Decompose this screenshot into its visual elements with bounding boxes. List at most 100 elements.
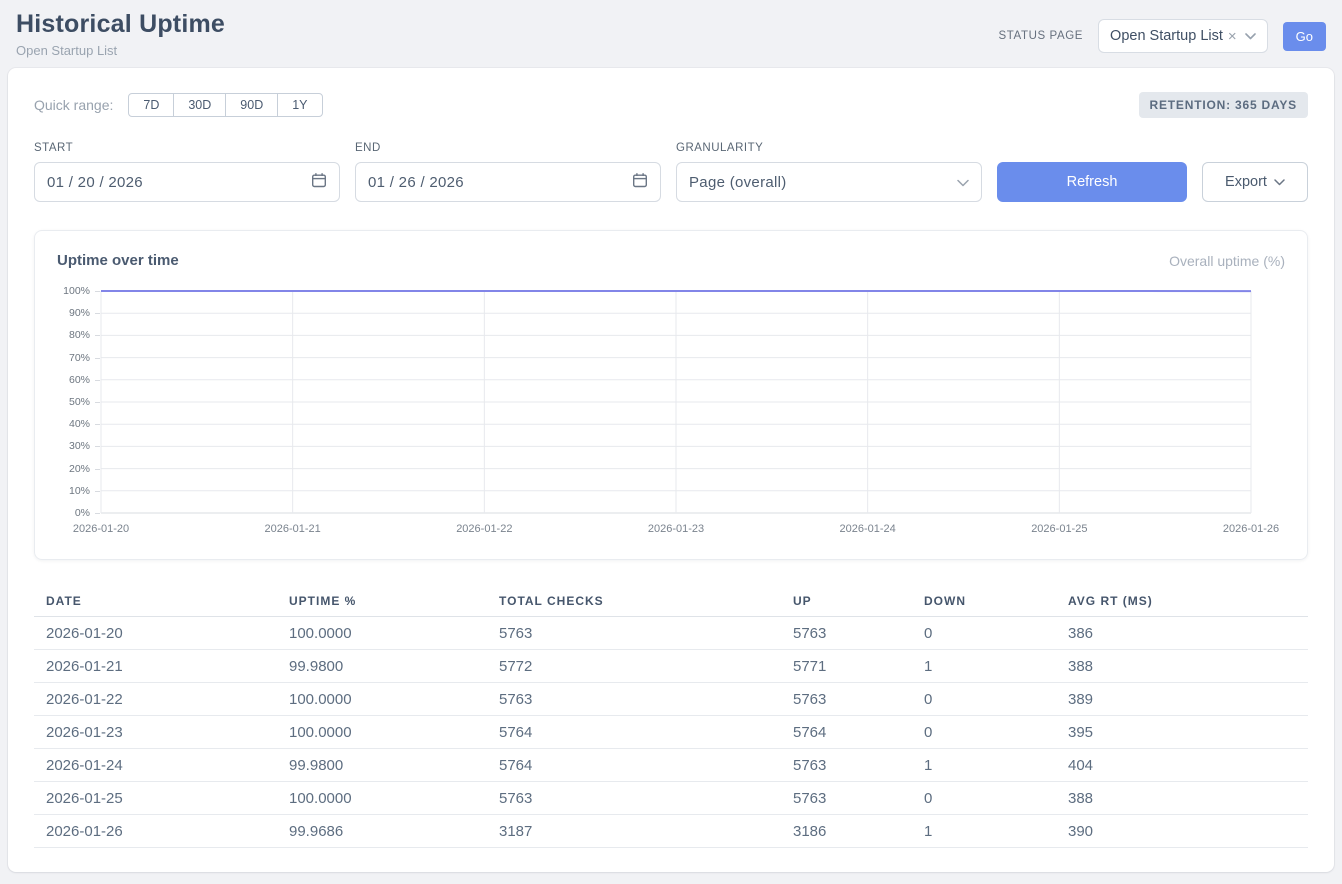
table-cell: 395 <box>1056 724 1308 741</box>
y-tick-label: 40% <box>69 418 90 430</box>
table-cell: 5763 <box>487 790 781 807</box>
table-row: 2026-01-2199.9800577257711388 <box>34 650 1308 683</box>
export-button-label: Export <box>1225 174 1267 190</box>
x-tick-label: 2026-01-26 <box>1223 523 1279 535</box>
y-axis: 0%10%20%30%40%50%60%70%80%90%100% <box>57 291 101 513</box>
start-date-field: START 01 / 20 / 2026 <box>34 142 340 202</box>
table-cell: 5771 <box>781 658 912 675</box>
y-tick-label: 60% <box>69 374 90 386</box>
table-header-row: DATEUPTIME %TOTAL CHECKSUPDOWNAVG RT (MS… <box>34 586 1308 617</box>
table-cell: 99.9686 <box>277 823 487 840</box>
quick-range-button-7d[interactable]: 7D <box>128 93 174 117</box>
table-cell: 5764 <box>781 724 912 741</box>
page-title: Historical Uptime <box>16 10 225 39</box>
column-header: AVG RT (MS) <box>1056 594 1308 608</box>
table-cell: 2026-01-26 <box>34 823 277 840</box>
x-tick-label: 2026-01-22 <box>456 523 512 535</box>
quick-range-button-1y[interactable]: 1Y <box>277 93 322 117</box>
column-header: UP <box>781 594 912 608</box>
status-page-select[interactable]: Open Startup List × <box>1098 19 1268 53</box>
end-date-label: END <box>355 142 661 154</box>
status-page-selected-value: Open Startup List <box>1110 28 1223 44</box>
table-cell: 5763 <box>781 691 912 708</box>
x-axis: 2026-01-202026-01-212026-01-222026-01-23… <box>101 523 1251 543</box>
quick-range-row: Quick range: 7D30D90D1Y RETENTION: 365 D… <box>34 92 1308 118</box>
granularity-select[interactable]: Page (overall) <box>676 162 982 202</box>
table-cell: 2026-01-20 <box>34 625 277 642</box>
end-date-value: 01 / 26 / 2026 <box>368 174 464 191</box>
column-header: UPTIME % <box>277 594 487 608</box>
x-tick-label: 2026-01-25 <box>1031 523 1087 535</box>
granularity-label: GRANULARITY <box>676 142 982 154</box>
retention-badge: RETENTION: 365 DAYS <box>1139 92 1308 118</box>
table-cell: 388 <box>1056 790 1308 807</box>
chart-title: Uptime over time <box>57 252 179 269</box>
start-date-input[interactable]: 01 / 20 / 2026 <box>34 162 340 202</box>
status-page-controls: STATUS PAGE Open Startup List × Go <box>998 19 1326 53</box>
x-tick-label: 2026-01-20 <box>73 523 129 535</box>
x-tick-label: 2026-01-21 <box>265 523 321 535</box>
quick-range-button-90d[interactable]: 90D <box>225 93 278 117</box>
status-page-label: STATUS PAGE <box>998 30 1083 42</box>
table-cell: 5764 <box>487 757 781 774</box>
quick-range-button-30d[interactable]: 30D <box>173 93 226 117</box>
table-cell: 0 <box>912 625 1056 642</box>
quick-range-label: Quick range: <box>34 97 113 113</box>
chart-plot-area <box>101 291 1251 513</box>
column-header: DATE <box>34 594 277 608</box>
go-button[interactable]: Go <box>1283 22 1326 51</box>
x-tick-label: 2026-01-24 <box>840 523 896 535</box>
table-cell: 5763 <box>781 790 912 807</box>
table-row: 2026-01-2699.9686318731861390 <box>34 815 1308 848</box>
y-tick-mark <box>95 469 100 470</box>
chart-legend: Overall uptime (%) <box>1169 253 1285 269</box>
main-panel: Quick range: 7D30D90D1Y RETENTION: 365 D… <box>8 68 1334 872</box>
y-tick-mark <box>95 513 100 514</box>
start-date-value: 01 / 20 / 2026 <box>47 174 143 191</box>
y-tick-label: 10% <box>69 485 90 497</box>
export-button[interactable]: Export <box>1202 162 1308 202</box>
table-cell: 0 <box>912 724 1056 741</box>
calendar-icon[interactable] <box>632 172 648 192</box>
uptime-chart-card: Uptime over time Overall uptime (%) 0%10… <box>34 230 1308 560</box>
table-cell: 2026-01-21 <box>34 658 277 675</box>
y-tick-label: 20% <box>69 463 90 475</box>
y-tick-label: 80% <box>69 329 90 341</box>
y-tick-label: 30% <box>69 440 90 452</box>
y-tick-mark <box>95 402 100 403</box>
y-tick-mark <box>95 313 100 314</box>
table-cell: 2026-01-25 <box>34 790 277 807</box>
refresh-button[interactable]: Refresh <box>997 162 1187 202</box>
y-tick-mark <box>95 358 100 359</box>
table-row: 2026-01-23100.0000576457640395 <box>34 716 1308 749</box>
chevron-down-icon <box>957 174 969 191</box>
table-cell: 3187 <box>487 823 781 840</box>
chart-body: 0%10%20%30%40%50%60%70%80%90%100% <box>57 291 1285 513</box>
table-cell: 100.0000 <box>277 691 487 708</box>
table-cell: 99.9800 <box>277 757 487 774</box>
table-cell: 5763 <box>487 625 781 642</box>
y-tick-label: 100% <box>63 285 90 297</box>
y-tick-label: 90% <box>69 307 90 319</box>
y-tick-label: 50% <box>69 396 90 408</box>
y-tick-mark <box>95 446 100 447</box>
chevron-down-icon <box>1245 33 1256 40</box>
table-cell: 390 <box>1056 823 1308 840</box>
end-date-field: END 01 / 26 / 2026 <box>355 142 661 202</box>
chevron-down-icon <box>1274 174 1285 190</box>
table-cell: 2026-01-23 <box>34 724 277 741</box>
end-date-input[interactable]: 01 / 26 / 2026 <box>355 162 661 202</box>
table-cell: 1 <box>912 757 1056 774</box>
clear-selection-icon[interactable]: × <box>1228 29 1237 44</box>
y-tick-mark <box>95 335 100 336</box>
uptime-line-chart <box>101 291 1251 513</box>
table-cell: 388 <box>1056 658 1308 675</box>
table-cell: 5764 <box>487 724 781 741</box>
table-row: 2026-01-22100.0000576357630389 <box>34 683 1308 716</box>
x-tick-label: 2026-01-23 <box>648 523 704 535</box>
top-header: Historical Uptime Open Startup List STAT… <box>0 0 1342 68</box>
table-cell: 0 <box>912 691 1056 708</box>
table-cell: 3186 <box>781 823 912 840</box>
calendar-icon[interactable] <box>311 172 327 192</box>
table-cell: 100.0000 <box>277 625 487 642</box>
